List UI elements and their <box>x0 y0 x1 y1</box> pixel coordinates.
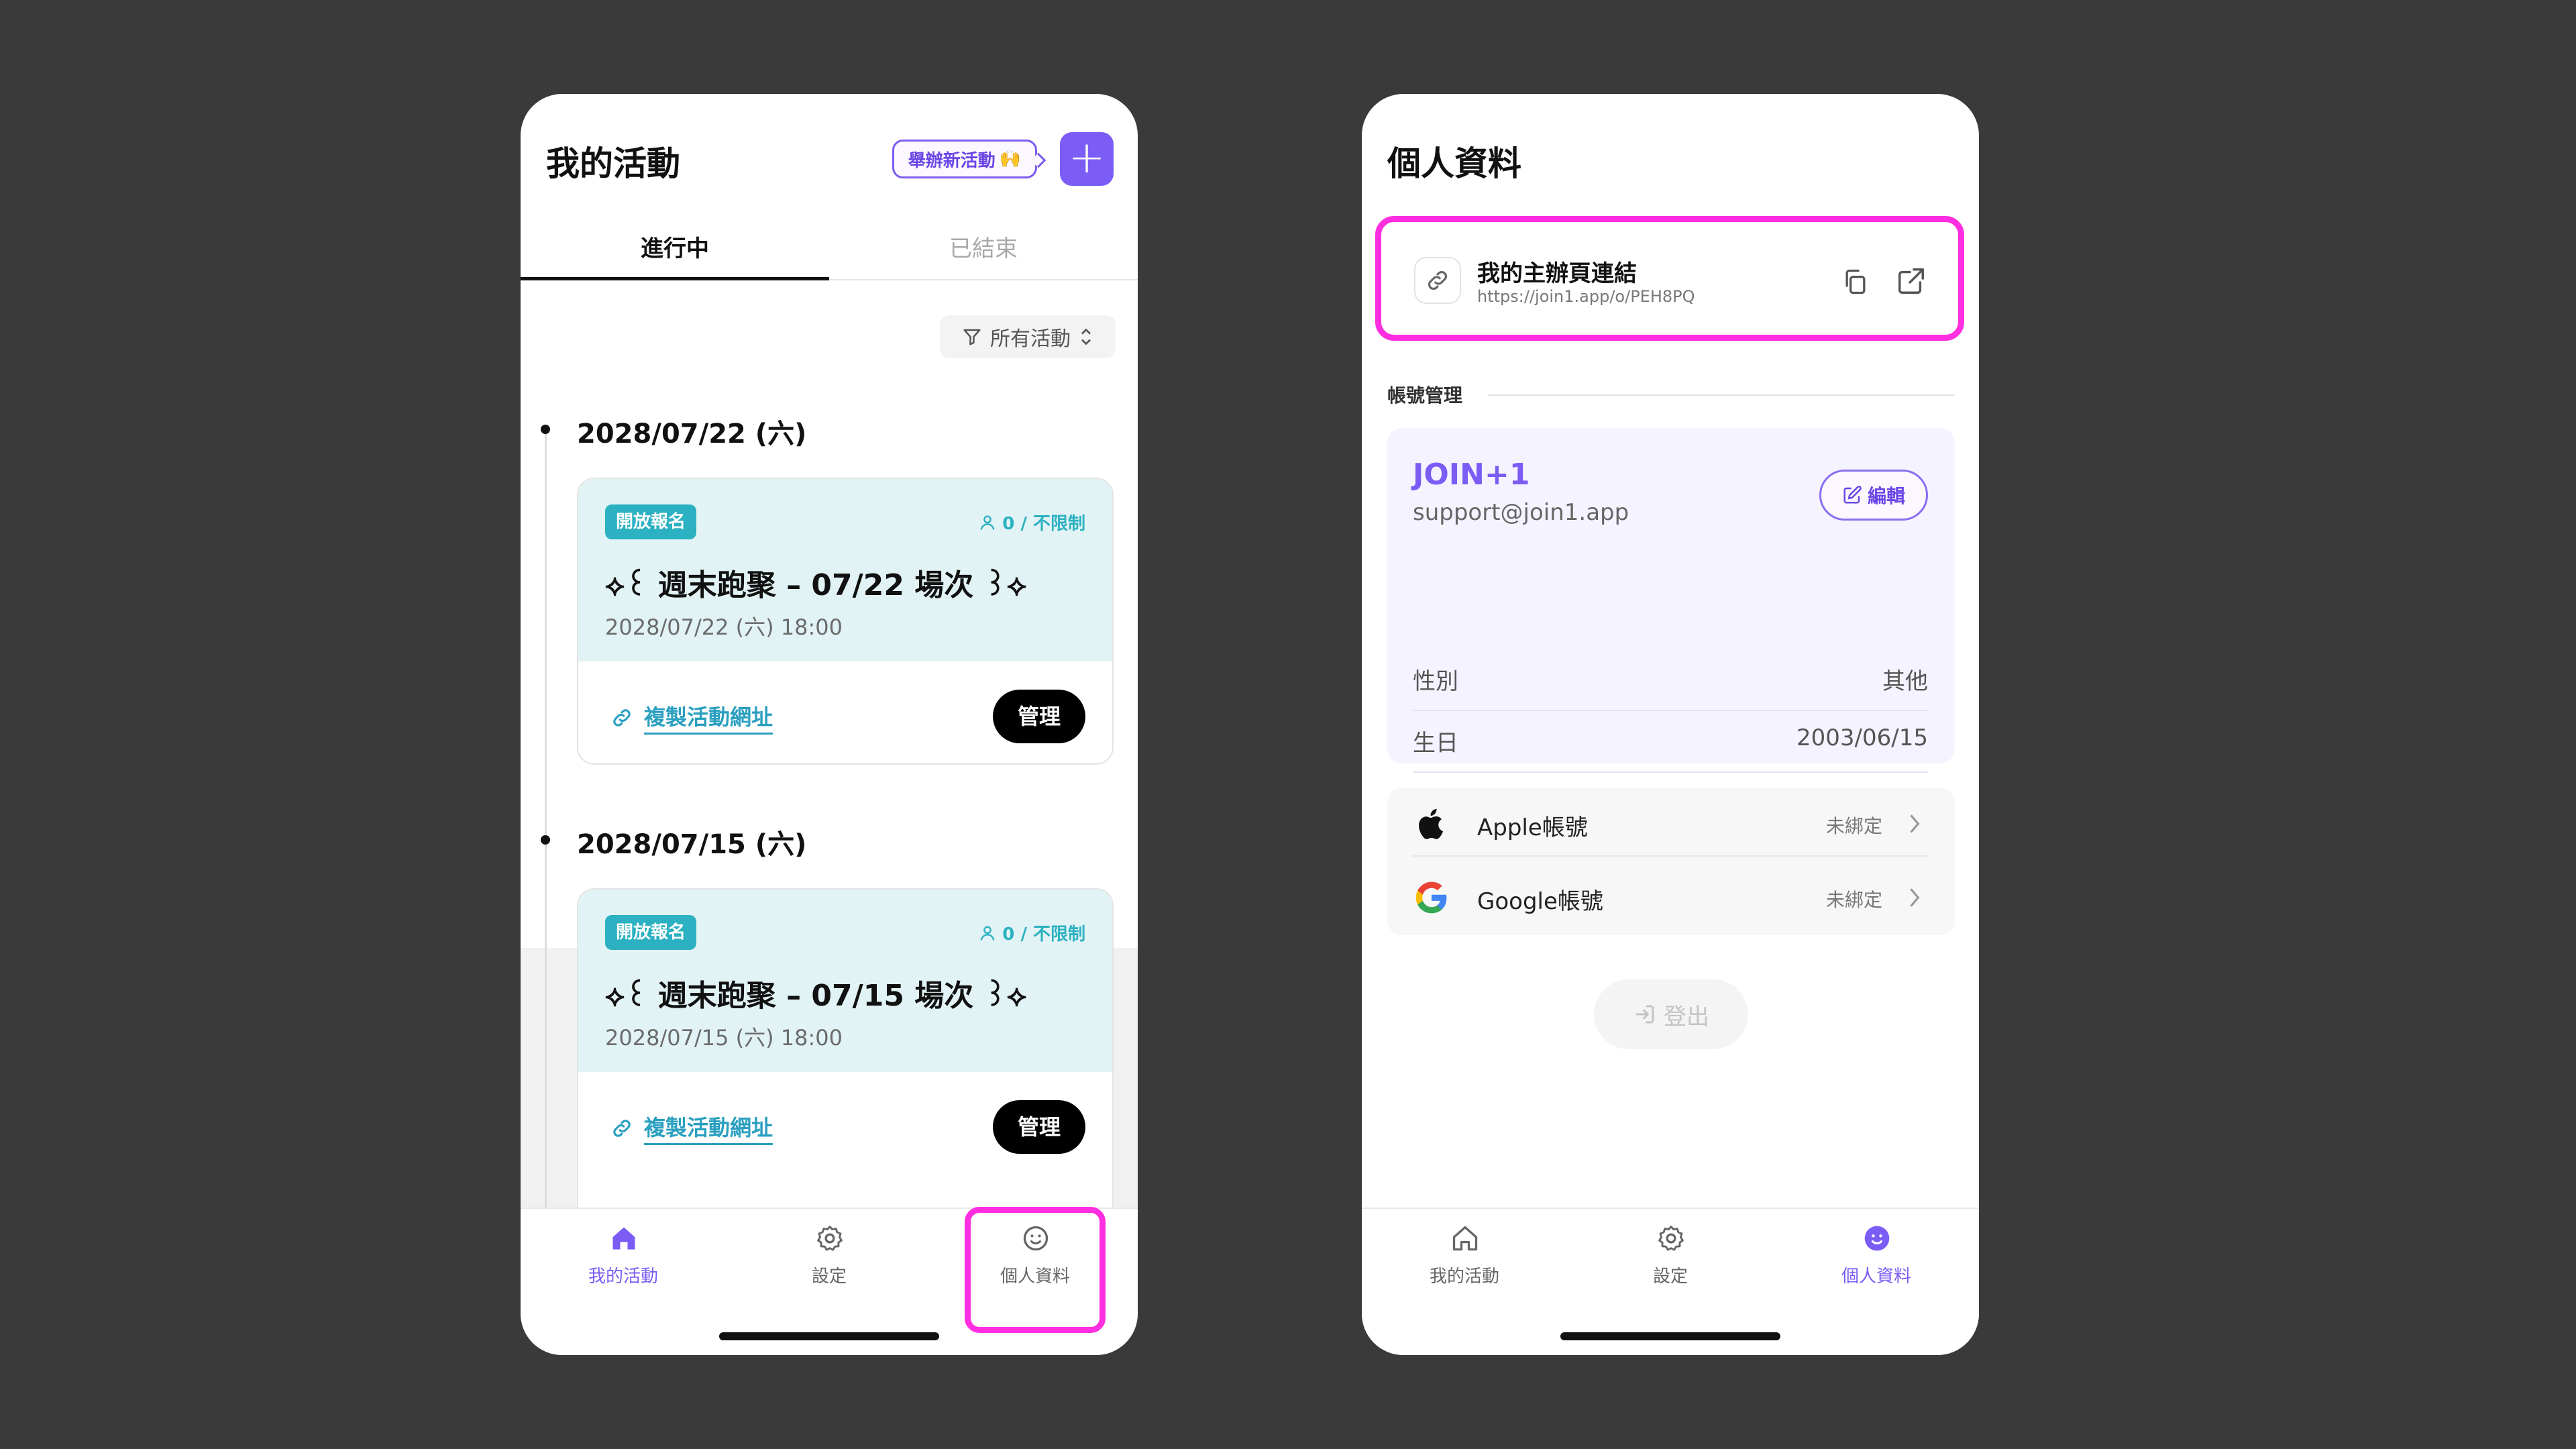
home-icon <box>1452 1226 1478 1251</box>
info-key: 生日 <box>1413 730 1458 757</box>
link-icon <box>613 708 631 727</box>
home-indicator <box>1560 1332 1780 1340</box>
info-value: 2003/06/15 <box>1796 724 1928 751</box>
logout-icon <box>1635 1005 1654 1024</box>
status-tabs: 進行中 已結束 <box>521 221 1138 280</box>
nav-label: 我的活動 <box>588 1267 658 1287</box>
gear-icon <box>1658 1226 1684 1251</box>
highlight-frame <box>1375 216 1964 341</box>
manage-button[interactable]: 管理 <box>993 690 1085 743</box>
info-row-gender: 性別 其他 <box>1413 649 1928 711</box>
copy-event-link-button[interactable]: 複製活動網址 <box>610 1111 773 1145</box>
edit-profile-button[interactable]: 編輯 <box>1819 470 1928 521</box>
event-card[interactable]: 開放報名 0 / 不限制 ⟡꒰ 週末跑聚 – 07/15 場次 ꒱⟡ 2028/… <box>577 888 1114 1208</box>
attendance-label: 0 / 不限制 <box>1002 924 1085 945</box>
filter-dropdown[interactable]: 所有活動 <box>940 315 1116 358</box>
date-header: 2028/07/22 (六) <box>577 419 807 449</box>
status-badge: 開放報名 <box>605 915 697 950</box>
date-header: 2028/07/15 (六) <box>577 829 807 860</box>
social-status: 未綁定 <box>1825 815 1882 837</box>
social-name: Google帳號 <box>1477 888 1603 915</box>
attendance-label: 0 / 不限制 <box>1002 514 1085 534</box>
sort-chevron-icon <box>1081 328 1091 345</box>
phone-profile: 個人資料 我的主辦頁連結 https://join1.app/o/PEH8PQ … <box>1362 94 1979 1355</box>
timeline-dot <box>541 425 550 434</box>
copy-event-link-label: 複製活動網址 <box>644 1111 773 1145</box>
timeline-dot <box>541 835 550 845</box>
nav-item-my-activities[interactable]: 我的活動 <box>1362 1209 1567 1296</box>
logout-button[interactable]: 登出 <box>1594 979 1748 1049</box>
add-event-button[interactable]: + <box>1060 132 1114 186</box>
create-event-hint[interactable]: 舉辦新活動 🙌 <box>892 140 1046 178</box>
info-value: 其他 <box>1882 668 1928 695</box>
copy-event-link-button[interactable]: 複製活動網址 <box>610 700 773 735</box>
social-row-google[interactable]: Google帳號 未綁定 <box>1413 861 1928 934</box>
social-row-apple[interactable]: Apple帳號 未綁定 <box>1413 788 1928 860</box>
nav-label: 設定 <box>1652 1267 1688 1287</box>
row-divider <box>1413 855 1928 857</box>
event-card[interactable]: 開放報名 0 / 不限制 ⟡꒰ 週末跑聚 – 07/22 場次 ꒱⟡ 2028/… <box>577 478 1114 765</box>
nav-label: 個人資料 <box>1841 1267 1911 1287</box>
attendance-count: 0 / 不限制 <box>978 920 1085 945</box>
person-icon <box>980 926 995 941</box>
social-status: 未綁定 <box>1825 889 1882 911</box>
chevron-right-icon <box>1910 888 1920 907</box>
nav-label: 設定 <box>811 1267 847 1287</box>
nav-item-profile[interactable]: 個人資料 <box>1774 1209 1979 1296</box>
filter-icon <box>963 329 981 345</box>
bubble-tail <box>1030 152 1046 168</box>
filter-label: 所有活動 <box>990 327 1071 351</box>
highlight-frame <box>965 1207 1106 1333</box>
create-event-hint-label: 舉辦新活動 <box>908 150 996 171</box>
page-title: 個人資料 <box>1387 144 1521 183</box>
person-icon <box>980 515 995 530</box>
home-indicator <box>719 1332 939 1340</box>
event-time: 2028/07/22 (六) 18:00 <box>605 614 843 640</box>
account-email: support@join1.app <box>1413 499 1629 526</box>
info-key: 性別 <box>1413 668 1458 695</box>
copy-event-link-label: 複製活動網址 <box>644 700 773 735</box>
nav-item-my-activities[interactable]: 我的活動 <box>521 1209 726 1296</box>
gear-icon <box>817 1226 843 1251</box>
edit-label: 編輯 <box>1867 485 1905 507</box>
nav-item-settings[interactable]: 設定 <box>727 1209 932 1296</box>
tab-ended[interactable]: 已結束 <box>829 221 1138 280</box>
edit-icon <box>1843 486 1862 504</box>
social-name: Apple帳號 <box>1477 814 1588 841</box>
chevron-right-icon <box>1910 814 1920 833</box>
phone-my-activities: 我的活動 舉辦新活動 🙌 + 進行中 已結束 所有活動 2028/07/22 (… <box>521 94 1138 1355</box>
attendance-count: 0 / 不限制 <box>978 510 1085 535</box>
logout-label: 登出 <box>1664 1003 1709 1030</box>
event-title: ⟡꒰ 週末跑聚 – 07/15 場次 ꒱⟡ <box>605 979 1027 1013</box>
event-time: 2028/07/15 (六) 18:00 <box>605 1025 843 1051</box>
link-icon <box>613 1119 631 1137</box>
raised-hands-icon: 🙌 <box>999 149 1022 169</box>
page-title: 我的活動 <box>546 144 680 183</box>
nav-item-settings[interactable]: 設定 <box>1568 1209 1773 1296</box>
event-title: ⟡꒰ 週末跑聚 – 07/22 場次 ꒱⟡ <box>605 568 1027 602</box>
info-row-birthday: 生日 2003/06/15 <box>1413 711 1928 773</box>
manage-button[interactable]: 管理 <box>993 1100 1085 1154</box>
section-divider <box>1488 394 1955 396</box>
smiley-icon <box>1864 1226 1890 1251</box>
apple-icon <box>1419 808 1444 839</box>
timeline-line <box>545 433 547 1265</box>
section-label: 帳號管理 <box>1387 384 1463 407</box>
google-icon <box>1415 881 1447 914</box>
nav-label: 我的活動 <box>1429 1267 1499 1287</box>
status-badge: 開放報名 <box>605 504 697 539</box>
canvas-background: 我的活動 舉辦新活動 🙌 + 進行中 已結束 所有活動 2028/07/22 (… <box>0 0 2576 1449</box>
tab-ongoing[interactable]: 進行中 <box>521 221 829 280</box>
account-name: JOIN+1 <box>1413 458 1530 492</box>
home-icon <box>612 1227 635 1250</box>
